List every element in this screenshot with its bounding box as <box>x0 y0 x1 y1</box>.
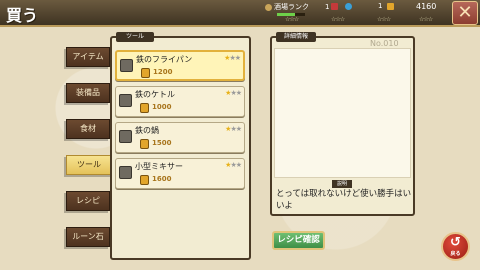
status-stars-2: ☆☆☆ <box>331 16 345 23</box>
list-item[interactable]: 鉄の鍋 ★★★ 1500 <box>115 122 245 153</box>
item-name: 鉄の鍋 <box>135 126 159 135</box>
recipe-check-button[interactable]: レシピ確認 <box>272 231 325 250</box>
gem-stat: 1 <box>345 2 382 10</box>
page-title: 買う <box>6 6 39 25</box>
tab-rune-stones[interactable]: ルーン石 <box>66 227 110 247</box>
tab-recipes[interactable]: レシピ <box>66 191 110 211</box>
coin-icon <box>140 103 149 113</box>
star-off: ★★ <box>230 161 242 169</box>
status-area: 酒場ランク 1 1 4160 ☆☆☆ ☆☆☆ ☆☆☆ ☆☆☆ <box>265 2 450 25</box>
rarity-stars: ★★★ <box>225 161 242 169</box>
item-price: 1200 <box>153 68 173 76</box>
item-name: 小型ミキサー <box>135 162 183 171</box>
star-off: ★★ <box>230 125 242 133</box>
money-value: 4160 <box>416 2 437 11</box>
back-icon: ↺ <box>450 235 461 250</box>
tab-equipment[interactable]: 装備品 <box>66 83 110 103</box>
status-stars-3: ☆☆☆ <box>377 16 391 23</box>
list-item[interactable]: 小型ミキサー ★★★ 1600 <box>115 158 245 189</box>
item-name: 鉄のフライパン <box>136 55 193 64</box>
description-label: 説明 <box>332 180 352 188</box>
rank-value: 1 <box>325 3 330 11</box>
close-button[interactable]: ✕ <box>452 1 478 25</box>
mixer-icon <box>119 166 132 179</box>
tab-ingredients[interactable]: 食材 <box>66 119 110 139</box>
list-item[interactable]: 鉄のフライパン ★★★ 1200 <box>115 50 245 81</box>
kettle-icon <box>119 94 132 107</box>
rarity-stars: ★★★ <box>225 89 242 97</box>
detail-panel-label: 詳細情報 <box>276 32 316 42</box>
star-off: ★★ <box>230 89 242 97</box>
tab-tools[interactable]: ツール <box>66 155 112 175</box>
rank-stat: 酒場ランク 1 <box>265 2 329 12</box>
gem-icon <box>345 2 352 10</box>
item-price: 1500 <box>152 139 172 147</box>
top-bar: 買う 酒場ランク 1 1 4160 ☆☆☆ ☆☆☆ ☆☆☆ ☆☆☆ ✕ <box>0 0 480 27</box>
gem-value: 1 <box>378 2 383 10</box>
list-item[interactable]: 鉄のケトル ★★★ 1000 <box>115 86 245 117</box>
back-button[interactable]: ↺ 戻る <box>441 232 470 261</box>
back-label: 戻る <box>450 251 461 257</box>
ribbon-icon <box>331 3 338 10</box>
item-description: とっては取れないけど使い勝手はいいよ <box>276 189 412 211</box>
rank-label: 酒場ランク <box>274 3 309 11</box>
item-price: 1000 <box>152 103 172 111</box>
pot-icon <box>119 130 132 143</box>
coin-icon <box>140 175 149 185</box>
tool-panel-label: ツール <box>116 32 154 42</box>
money-stat: 4160 <box>387 2 436 11</box>
item-name: 鉄のケトル <box>135 90 175 99</box>
tab-item[interactable]: アイテム <box>66 47 110 67</box>
status-stars-4: ☆☆☆ <box>419 16 433 23</box>
star-off: ★★ <box>229 54 241 62</box>
pencil-icon <box>265 3 272 11</box>
item-price: 1600 <box>152 175 172 183</box>
frying-pan-icon <box>120 59 133 72</box>
coin-icon <box>140 139 149 149</box>
coin-icon <box>141 68 150 78</box>
status-stars-1: ☆☆☆ <box>285 16 299 23</box>
item-number: No.010 <box>370 39 399 48</box>
rarity-stars: ★★★ <box>225 125 242 133</box>
rarity-stars: ★★★ <box>224 54 241 62</box>
item-preview-area <box>274 48 411 178</box>
coin-icon <box>387 3 394 10</box>
